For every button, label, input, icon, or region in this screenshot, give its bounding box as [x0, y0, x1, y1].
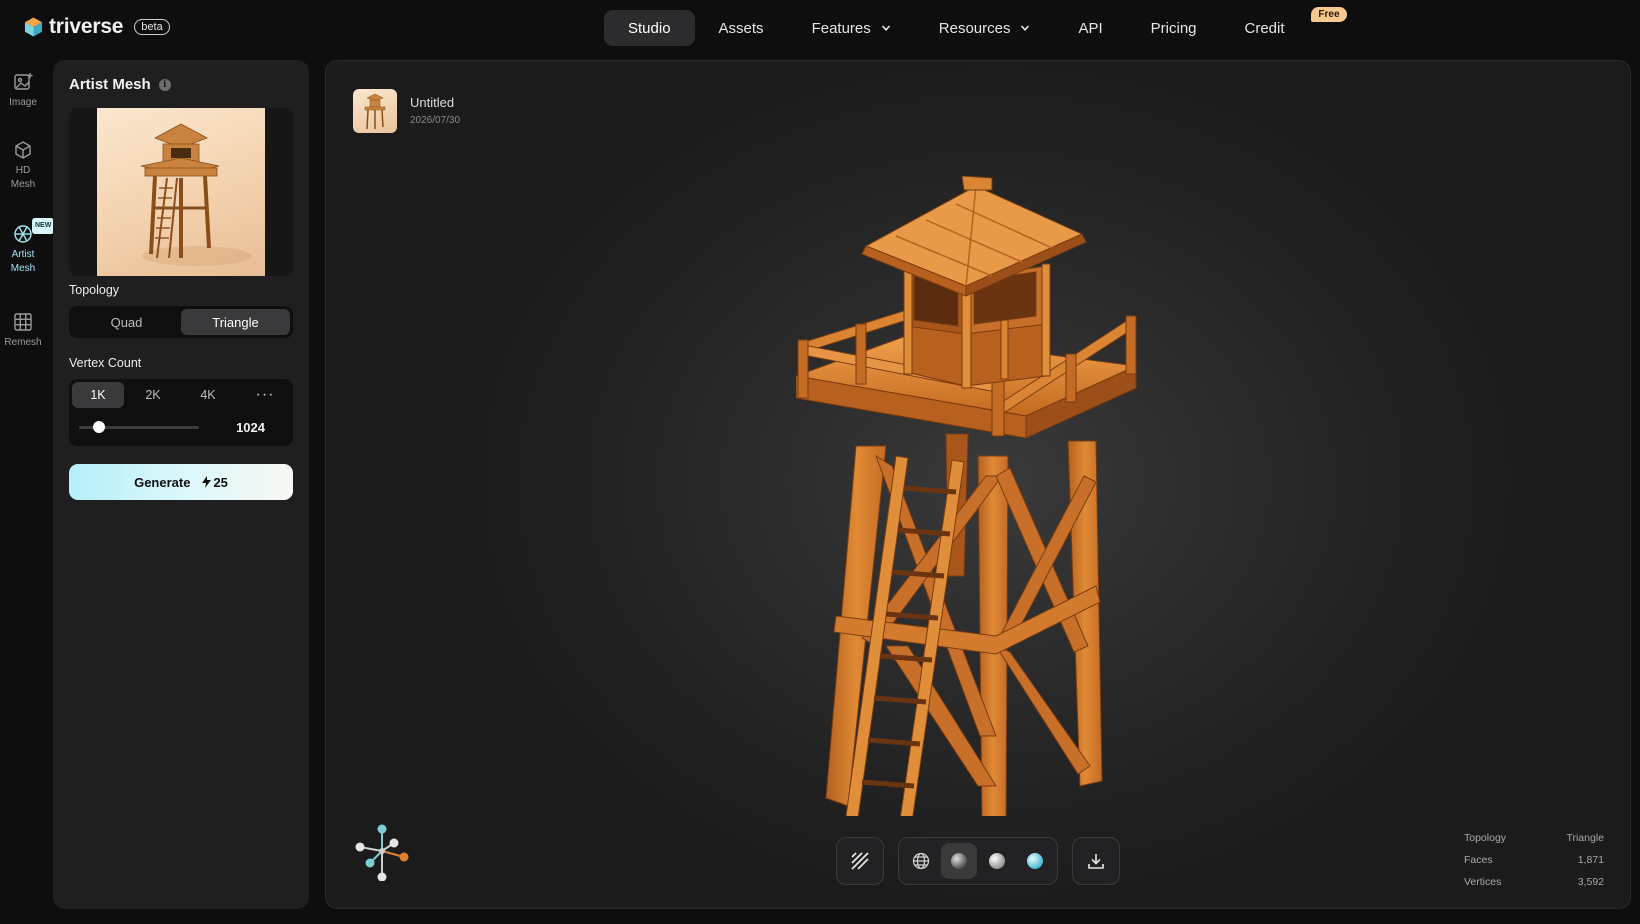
- nav-resources-label: Resources: [938, 19, 1011, 37]
- vertex-slider-thumb[interactable]: [93, 421, 106, 433]
- light-sphere-icon: [989, 853, 1005, 869]
- info-icon[interactable]: i: [158, 78, 171, 91]
- normal-material-button[interactable]: [1017, 843, 1053, 879]
- stat-row-faces: Faces 1,871: [1464, 849, 1604, 871]
- chevron-down-icon: [1021, 25, 1030, 31]
- stat-value: 3,592: [1577, 876, 1604, 888]
- lightning-icon: [202, 476, 212, 488]
- nav-pricing-label: Pricing: [1150, 19, 1197, 37]
- vertex-2k-option[interactable]: 2K: [127, 382, 179, 408]
- stat-row-topology: Topology Triangle: [1464, 827, 1604, 849]
- topology-triangle-option[interactable]: Triangle: [181, 309, 290, 335]
- rail-hd-mesh-label: HD Mesh: [10, 165, 36, 190]
- wireframe-toolbar: [836, 837, 884, 885]
- nav-studio[interactable]: Studio: [604, 10, 695, 46]
- cyan-sphere-icon: [1027, 853, 1043, 869]
- cube-icon: [15, 141, 31, 159]
- hatch-icon: [851, 852, 869, 870]
- panel-title: Artist Mesh i: [69, 76, 171, 93]
- dark-sphere-icon: [951, 853, 967, 869]
- axis-gizmo[interactable]: [352, 821, 412, 881]
- triverse-logo-icon: [24, 17, 43, 37]
- grid-icon: [14, 313, 32, 331]
- rail-item-artist-mesh[interactable]: Artist Mesh NEW: [0, 218, 55, 276]
- matte-material-button[interactable]: [941, 843, 977, 879]
- nav-features[interactable]: Features: [788, 10, 915, 46]
- vertex-count-control: 1K 2K 4K ··· 1024: [69, 379, 293, 446]
- stat-value: Triangle: [1566, 832, 1604, 844]
- top-bar: triverse beta Studio Assets Features Res…: [0, 0, 1640, 56]
- nav-assets[interactable]: Assets: [695, 10, 788, 46]
- stat-label: Topology: [1464, 832, 1507, 844]
- nav-resources[interactable]: Resources: [915, 10, 1055, 46]
- file-thumbnail[interactable]: [353, 89, 397, 133]
- nav-pricing[interactable]: Pricing: [1127, 10, 1221, 46]
- mesh-sphere-icon: [14, 225, 32, 243]
- rail-remesh-label: Remesh: [4, 337, 42, 348]
- download-icon: [1088, 854, 1104, 869]
- more-options-icon[interactable]: ···: [240, 382, 290, 408]
- vertex-1k-option[interactable]: 1K: [72, 382, 124, 408]
- beta-badge: beta: [134, 19, 170, 35]
- chevron-down-icon: [881, 25, 890, 31]
- panel-title-text: Artist Mesh: [69, 76, 151, 93]
- vertex-count-value: 1024: [236, 420, 265, 435]
- main-nav: Studio Assets Features Resources API Pri…: [604, 7, 1347, 46]
- download-toolbar: [1072, 837, 1120, 885]
- brand-logo[interactable]: triverse beta: [24, 15, 170, 39]
- vertex-count-options: 1K 2K 4K ···: [72, 382, 290, 408]
- nav-studio-label: Studio: [628, 19, 671, 37]
- nav-credit-label: Credit: [1244, 19, 1285, 37]
- stat-label: Vertices: [1464, 876, 1502, 888]
- generate-cost: 25: [202, 474, 228, 490]
- free-badge: Free: [1311, 7, 1347, 22]
- vertex-count-label: Vertex Count: [69, 356, 142, 370]
- nav-credit[interactable]: Credit Free: [1221, 7, 1347, 46]
- settings-panel: Artist Mesh i Topology Quad Triangle Ver…: [53, 60, 309, 909]
- globe-icon: [912, 852, 930, 870]
- rail-artist-mesh-label: Artist Mesh: [10, 249, 36, 274]
- generate-label: Generate: [134, 474, 191, 490]
- material-toolbar: [898, 837, 1058, 885]
- rail-image-label: Image: [9, 97, 37, 108]
- watchtower-3d-model[interactable]: [796, 176, 1176, 816]
- input-image-preview[interactable]: [69, 108, 293, 276]
- topology-toggle: Quad Triangle: [69, 306, 293, 338]
- stat-label: Faces: [1464, 854, 1493, 866]
- watchtower-reference-image: [97, 108, 265, 276]
- clay-material-button[interactable]: [979, 843, 1015, 879]
- generate-cost-value: 25: [213, 474, 228, 490]
- rail-item-image[interactable]: Image: [0, 72, 46, 110]
- brand-name: triverse: [49, 15, 124, 38]
- file-name[interactable]: Untitled: [410, 95, 454, 110]
- nav-assets-label: Assets: [718, 19, 764, 37]
- mesh-stats: Topology Triangle Faces 1,871 Vertices 3…: [1464, 827, 1604, 893]
- stat-row-vertices: Vertices 3,592: [1464, 871, 1604, 893]
- rail-item-hd-mesh[interactable]: HD Mesh: [0, 140, 46, 192]
- download-button[interactable]: [1078, 843, 1114, 879]
- 3d-viewport[interactable]: Untitled 2026/07/30 Topology Triangle Fa…: [325, 60, 1631, 909]
- nav-api[interactable]: API: [1054, 10, 1126, 46]
- wireframe-button[interactable]: [842, 843, 878, 879]
- topology-quad-option[interactable]: Quad: [72, 309, 181, 335]
- globe-view-button[interactable]: [903, 843, 939, 879]
- file-date: 2026/07/30: [410, 115, 461, 126]
- nav-features-label: Features: [811, 19, 871, 37]
- rail-item-remesh[interactable]: Remesh: [0, 312, 46, 350]
- topology-label: Topology: [69, 283, 120, 297]
- vertex-4k-option[interactable]: 4K: [182, 382, 234, 408]
- nav-api-label: API: [1078, 19, 1103, 37]
- new-badge: NEW: [32, 218, 55, 234]
- generate-button[interactable]: Generate 25: [69, 464, 293, 500]
- stat-value: 1,871: [1577, 854, 1604, 866]
- image-icon: [14, 73, 33, 90]
